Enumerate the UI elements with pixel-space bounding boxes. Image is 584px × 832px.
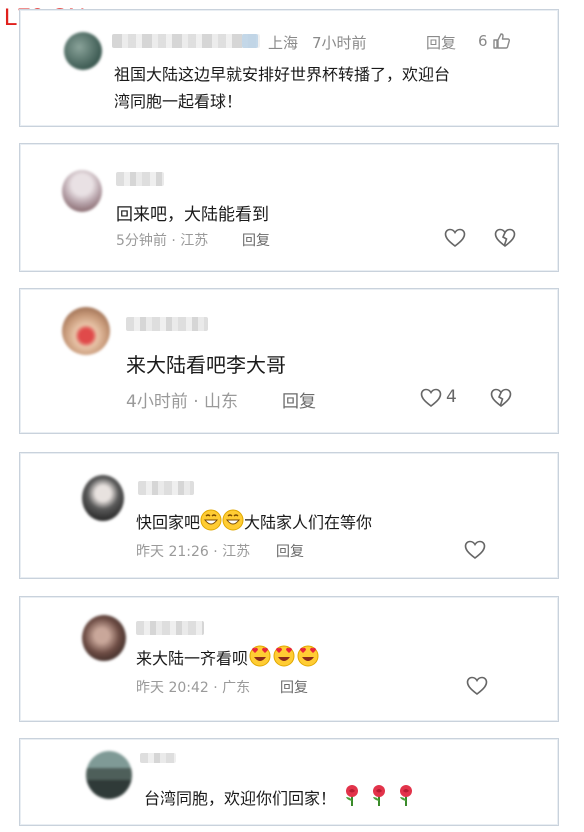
avatar[interactable]	[62, 307, 110, 355]
grinning-emoji	[200, 509, 222, 531]
heart-eyes-emoji	[273, 645, 295, 667]
comment-card-3: 来大陆看吧李大哥 4小时前 · 山东 回复 4	[19, 288, 559, 434]
avatar[interactable]	[82, 615, 126, 661]
comment-meta: 昨天 21:26 · 江苏	[136, 544, 251, 560]
username-blurred[interactable]	[138, 481, 194, 495]
comment-card-6: 台湾同胞，欢迎你们回家！	[19, 738, 559, 826]
like-count: 4	[446, 387, 457, 407]
comment-card-1: 上海 7小时前 回复 6 祖国大陆这边早就安排好世界杯转播了，欢迎台 湾同胞一起…	[19, 9, 559, 127]
rose-emoji	[373, 785, 386, 806]
comment-text: 来大陆看吧李大哥	[126, 353, 286, 377]
broken-heart-icon[interactable]	[490, 388, 512, 408]
like-count: 6	[478, 32, 488, 50]
heart-outline-icon[interactable]	[464, 540, 486, 560]
heart-outline-icon[interactable]	[466, 676, 488, 696]
username-blurred[interactable]	[140, 753, 176, 763]
avatar[interactable]	[64, 32, 102, 70]
avatar[interactable]	[62, 170, 102, 212]
username-blurred[interactable]	[136, 621, 204, 635]
comment-card-2: 回来吧，大陆能看到 5分钟前 · 江苏 回复	[19, 143, 559, 272]
comment-text-line2: 湾同胞一起看球！	[114, 92, 243, 111]
heart-eyes-emoji	[297, 645, 319, 667]
heart-outline-icon[interactable]	[420, 388, 442, 408]
rose-emoji	[400, 785, 413, 806]
comment-text-main: 来大陆一齐看呗	[136, 649, 249, 668]
comment-text-after: 大陆家人们在等你	[244, 513, 373, 532]
reply-button[interactable]: 回复	[242, 230, 270, 250]
reply-button[interactable]: 回复	[282, 387, 316, 412]
heart-eyes-emoji	[249, 645, 271, 667]
comment-text: 回来吧，大陆能看到	[116, 205, 269, 225]
comment-time: 7小时前	[312, 34, 367, 52]
avatar[interactable]	[86, 751, 132, 799]
comment-text: 来大陆一齐看呗	[136, 645, 320, 669]
comment-meta: 4小时前 · 山东	[126, 392, 239, 412]
rose-emoji	[346, 785, 359, 806]
comment-card-5: 来大陆一齐看呗 昨天 20:42 · 广东 回复	[19, 596, 559, 722]
username-blurred[interactable]	[116, 172, 164, 186]
grinning-emoji	[222, 509, 244, 531]
reply-button[interactable]: 回复	[280, 677, 308, 697]
comment-location: 上海	[268, 34, 299, 52]
broken-heart-icon[interactable]	[494, 228, 516, 248]
reply-button[interactable]: 回复	[426, 32, 456, 53]
comment-text-before: 快回家吧	[136, 513, 201, 532]
heart-outline-icon[interactable]	[444, 228, 466, 248]
thumb-up-icon[interactable]	[492, 31, 512, 51]
username-blurred[interactable]	[126, 317, 208, 331]
username-blurred[interactable]	[112, 34, 260, 48]
comment-text: 台湾同胞，欢迎你们回家！	[144, 783, 417, 809]
avatar[interactable]	[82, 475, 124, 521]
comment-text-line1: 祖国大陆这边早就安排好世界杯转播了，欢迎台	[114, 65, 451, 84]
comment-meta: 5分钟前 · 江苏	[116, 233, 209, 249]
reply-button[interactable]: 回复	[276, 541, 304, 561]
user-badge	[242, 34, 258, 48]
comment-text-main: 台湾同胞，欢迎你们回家！	[144, 789, 337, 808]
comment-meta: 昨天 20:42 · 广东	[136, 680, 251, 696]
comment-text: 快回家吧 大陆家人们在等你	[136, 509, 372, 533]
comment-card-4: 快回家吧 大陆家人们在等你 昨天 21:26 · 江苏 回复	[19, 452, 559, 579]
